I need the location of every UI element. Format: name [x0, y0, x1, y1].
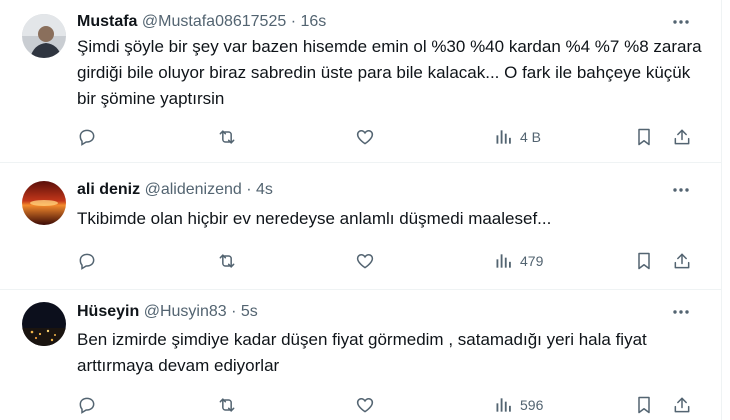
- views-button[interactable]: 4 B: [494, 124, 541, 150]
- avatar[interactable]: [22, 181, 66, 225]
- retweet-button[interactable]: [217, 392, 237, 418]
- like-button[interactable]: [355, 392, 375, 418]
- bookmark-button[interactable]: [634, 248, 654, 274]
- share-icon: [672, 127, 692, 147]
- reply-icon: [77, 127, 97, 147]
- bookmark-button[interactable]: [634, 392, 654, 418]
- share-button[interactable]: [672, 124, 692, 150]
- views-chart-icon: [494, 395, 514, 415]
- share-icon: [672, 251, 692, 271]
- display-name[interactable]: ali deniz: [77, 181, 140, 198]
- retweet-button[interactable]: [217, 124, 237, 150]
- views-chart-icon: [494, 251, 514, 271]
- more-icon[interactable]: [671, 12, 691, 32]
- display-name[interactable]: Mustafa: [77, 13, 137, 30]
- user-handle[interactable]: @alidenizend: [145, 181, 242, 198]
- retweet-icon: [217, 395, 237, 415]
- tweet-3[interactable]: Hüseyin @Husyin83 · 5s Ben izmirde şimdi…: [0, 290, 721, 420]
- like-button[interactable]: [355, 124, 375, 150]
- tweet-1[interactable]: Mustafa @Mustafa08617525 · 16s Şimdi şöy…: [0, 0, 721, 162]
- tweet-2[interactable]: ali deniz @alidenizend · 4s Tkibimde ola…: [0, 163, 721, 289]
- views-button[interactable]: 596: [494, 392, 543, 418]
- tweet-header: ali deniz @alidenizend · 4s: [77, 180, 273, 200]
- reply-icon: [77, 251, 97, 271]
- views-count: 4 B: [520, 129, 542, 145]
- tweet-header: Mustafa @Mustafa08617525 · 16s: [77, 12, 326, 32]
- avatar[interactable]: [22, 302, 66, 346]
- retweet-button[interactable]: [217, 248, 237, 274]
- bookmark-icon: [634, 251, 654, 271]
- display-name[interactable]: Hüseyin: [77, 303, 139, 320]
- heart-icon: [355, 395, 375, 415]
- reply-button[interactable]: [77, 248, 97, 274]
- tweet-text: Ben izmirde şimdiye kadar düşen fiyat gö…: [77, 330, 647, 375]
- tweet-actions: 596: [77, 392, 697, 418]
- avatar[interactable]: [22, 14, 66, 58]
- heart-icon: [355, 127, 375, 147]
- bookmark-icon: [634, 395, 654, 415]
- timestamp[interactable]: 4s: [256, 181, 273, 198]
- tweet-text: Şimdi şöyle bir şey var bazen hisemde em…: [77, 37, 702, 108]
- views-button[interactable]: 479: [494, 248, 543, 274]
- bookmark-button[interactable]: [634, 124, 654, 150]
- reply-icon: [77, 395, 97, 415]
- user-handle[interactable]: @Husyin83: [144, 303, 227, 320]
- tweet-actions: 4 B: [77, 124, 697, 150]
- timeline-right-border: [721, 0, 722, 420]
- separator-dot: ·: [231, 303, 237, 320]
- user-handle[interactable]: @Mustafa08617525: [142, 13, 286, 30]
- share-icon: [672, 395, 692, 415]
- share-button[interactable]: [672, 248, 692, 274]
- reply-button[interactable]: [77, 124, 97, 150]
- separator-dot: ·: [246, 181, 252, 198]
- retweet-icon: [217, 251, 237, 271]
- tweet-text: Tkibimde olan hiçbir ev neredeyse anlaml…: [77, 209, 552, 228]
- tweet-header: Hüseyin @Husyin83 · 5s: [77, 302, 258, 322]
- timestamp[interactable]: 16s: [300, 13, 326, 30]
- tweet-actions: 479: [77, 248, 697, 274]
- reply-button[interactable]: [77, 392, 97, 418]
- more-icon[interactable]: [671, 302, 691, 322]
- views-count: 479: [520, 253, 544, 269]
- bookmark-icon: [634, 127, 654, 147]
- more-icon[interactable]: [671, 180, 691, 200]
- share-button[interactable]: [672, 392, 692, 418]
- timestamp[interactable]: 5s: [241, 303, 258, 320]
- separator-dot: ·: [290, 13, 297, 30]
- like-button[interactable]: [355, 248, 375, 274]
- heart-icon: [355, 251, 375, 271]
- retweet-icon: [217, 127, 237, 147]
- views-chart-icon: [494, 127, 514, 147]
- views-count: 596: [520, 397, 544, 413]
